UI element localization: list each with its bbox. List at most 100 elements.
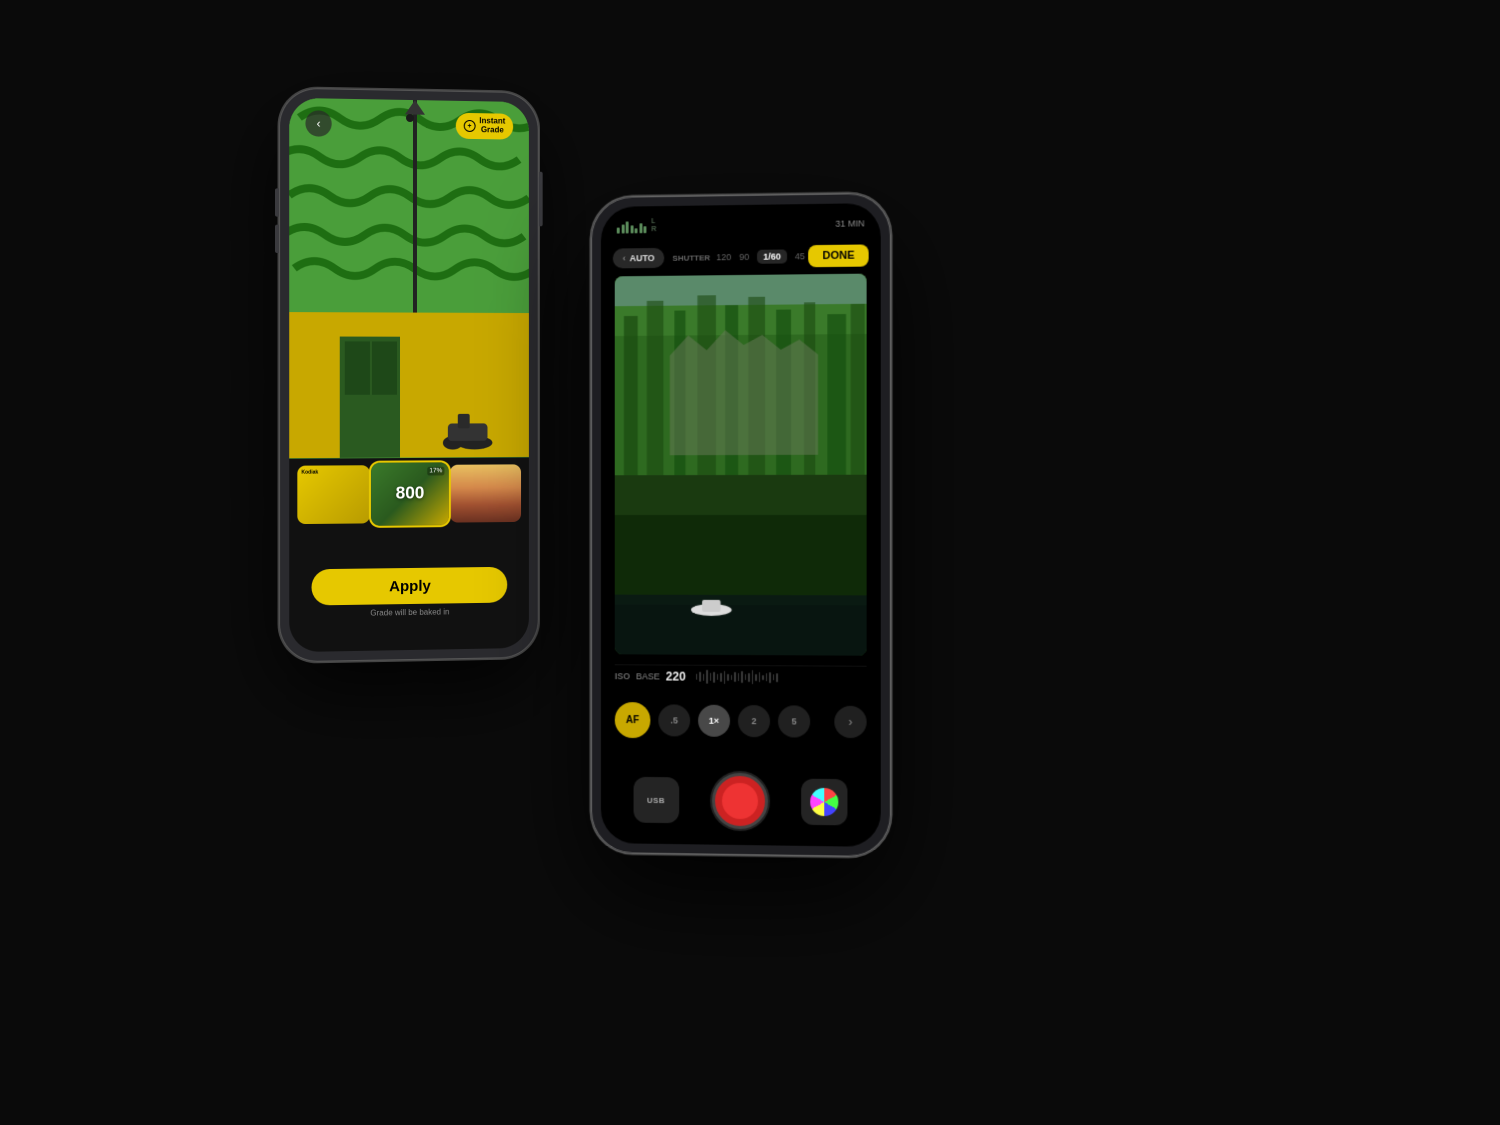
status-bar-right: L R 31 MIN [617, 215, 865, 233]
audio-bar-5 [635, 228, 638, 233]
iso-tick-marks [696, 670, 778, 685]
more-options-button[interactable]: › [834, 706, 866, 738]
zoom-bar: AF .5 1× 2 5 › [601, 702, 881, 740]
record-button-inner [722, 783, 758, 819]
film-anjin-pct: 17% [427, 467, 444, 476]
iso-bar: ISO BASE 220 [601, 664, 881, 690]
film-item-kodiak[interactable]: Kodiak [297, 465, 370, 524]
back-button[interactable]: ‹ [305, 110, 331, 137]
tick-2 [699, 672, 700, 682]
tick-1 [696, 674, 697, 680]
zoom-2x[interactable]: 2 [738, 705, 770, 737]
zoom-1x[interactable]: 1× [698, 705, 730, 737]
auto-button[interactable]: ‹ AUTO [613, 248, 665, 269]
l-label: L [651, 218, 656, 225]
instant-grade-label: Instant Grade [479, 117, 505, 135]
zoom-point5[interactable]: .5 [658, 704, 690, 736]
audio-bar-4 [630, 225, 633, 233]
film-item-fade[interactable] [450, 464, 521, 522]
time-display: 31 MIN [835, 218, 864, 228]
grade-baked-text: Grade will be baked in [370, 607, 449, 617]
audio-bar-1 [617, 228, 620, 234]
tick-15 [745, 674, 746, 680]
apply-section: Apply Grade will be baked in [289, 566, 529, 618]
audio-meter: L R [617, 218, 657, 233]
film-strip[interactable]: Kodiak 17% 800 [289, 458, 529, 530]
tick-20 [762, 675, 764, 680]
forest-camera-view [615, 274, 867, 656]
tick-7 [717, 674, 718, 680]
tick-16 [748, 673, 750, 682]
tick-22 [769, 672, 771, 683]
film-item-anjin[interactable]: 17% 800 [371, 462, 449, 525]
front-camera-left [406, 114, 414, 122]
film-kodiak-brand: Kodiak [301, 470, 318, 476]
instant-grade-badge[interactable]: + Instant Grade [456, 113, 514, 139]
side-buttons-left [275, 188, 279, 261]
camera-view-left [289, 98, 529, 458]
tick-17 [752, 670, 754, 684]
mural-wavy-pattern [289, 98, 529, 458]
scene: ‹ + Instant Grade [0, 0, 1500, 1125]
record-button[interactable] [712, 773, 768, 830]
audio-bars [617, 221, 647, 233]
shutter-label: SHUTTER [673, 253, 711, 262]
usb-button[interactable]: USB [633, 777, 679, 823]
iso-slider[interactable] [696, 665, 867, 690]
lr-labels: L R [648, 218, 656, 233]
iso-value[interactable]: 220 [666, 670, 686, 684]
tick-19 [759, 672, 761, 682]
audio-bar-2 [621, 225, 624, 234]
shutter-1-60[interactable]: 1/60 [757, 249, 787, 263]
lut-button[interactable] [801, 779, 847, 826]
film-anjin-number: 800 [396, 484, 425, 504]
shutter-values: 120 90 1/60 45 30 [716, 249, 823, 264]
shutter-45[interactable]: 45 [795, 251, 805, 261]
tick-6 [713, 671, 714, 682]
tick-21 [766, 673, 768, 681]
r-label: R [651, 226, 656, 233]
done-button[interactable]: DONE [808, 244, 868, 267]
shutter-120[interactable]: 120 [716, 252, 731, 262]
base-label: BASE [636, 671, 660, 681]
shutter-90[interactable]: 90 [739, 252, 749, 262]
tick-4 [706, 670, 707, 684]
audio-bar-3 [626, 221, 629, 233]
volume-up-button[interactable] [275, 188, 279, 216]
tick-3 [703, 673, 704, 680]
tick-23 [773, 674, 775, 680]
tick-24 [776, 673, 778, 682]
chevron-left-icon: ‹ [317, 116, 321, 130]
phone-left: ‹ + Instant Grade [279, 88, 539, 663]
tick-10 [727, 673, 728, 680]
audio-bar-7 [643, 226, 646, 233]
tick-8 [720, 672, 721, 681]
lut-icon [810, 788, 838, 816]
tick-13 [738, 673, 739, 681]
audio-bar-6 [639, 223, 642, 233]
phone-right: L R 31 MIN ‹ AUTO SHUTTER 120 90 1/60 45 [591, 193, 891, 857]
left-phone-screen: ‹ + Instant Grade [289, 98, 529, 652]
zoom-5x[interactable]: 5 [778, 705, 810, 737]
tick-5 [710, 673, 711, 681]
iso-label: ISO [615, 671, 630, 681]
tick-14 [741, 671, 742, 683]
notch [710, 205, 770, 214]
auto-label: AUTO [630, 253, 655, 263]
right-phone-screen: L R 31 MIN ‹ AUTO SHUTTER 120 90 1/60 45 [601, 203, 881, 847]
apply-button[interactable]: Apply [311, 567, 508, 606]
mural-background [289, 98, 529, 458]
tick-9 [724, 670, 725, 683]
bottom-controls: USB [601, 771, 881, 830]
auto-chevron-icon: ‹ [623, 253, 626, 263]
tick-18 [755, 674, 757, 681]
tick-12 [734, 672, 735, 682]
volume-down-button[interactable] [275, 225, 279, 253]
shutter-bar: ‹ AUTO SHUTTER 120 90 1/60 45 30 DONE [601, 245, 881, 268]
instant-grade-icon: + [464, 120, 476, 132]
forest-background [615, 274, 867, 656]
side-buttons-right [539, 172, 543, 227]
af-button[interactable]: AF [615, 702, 651, 738]
tick-11 [731, 674, 732, 679]
power-button[interactable] [539, 172, 543, 227]
